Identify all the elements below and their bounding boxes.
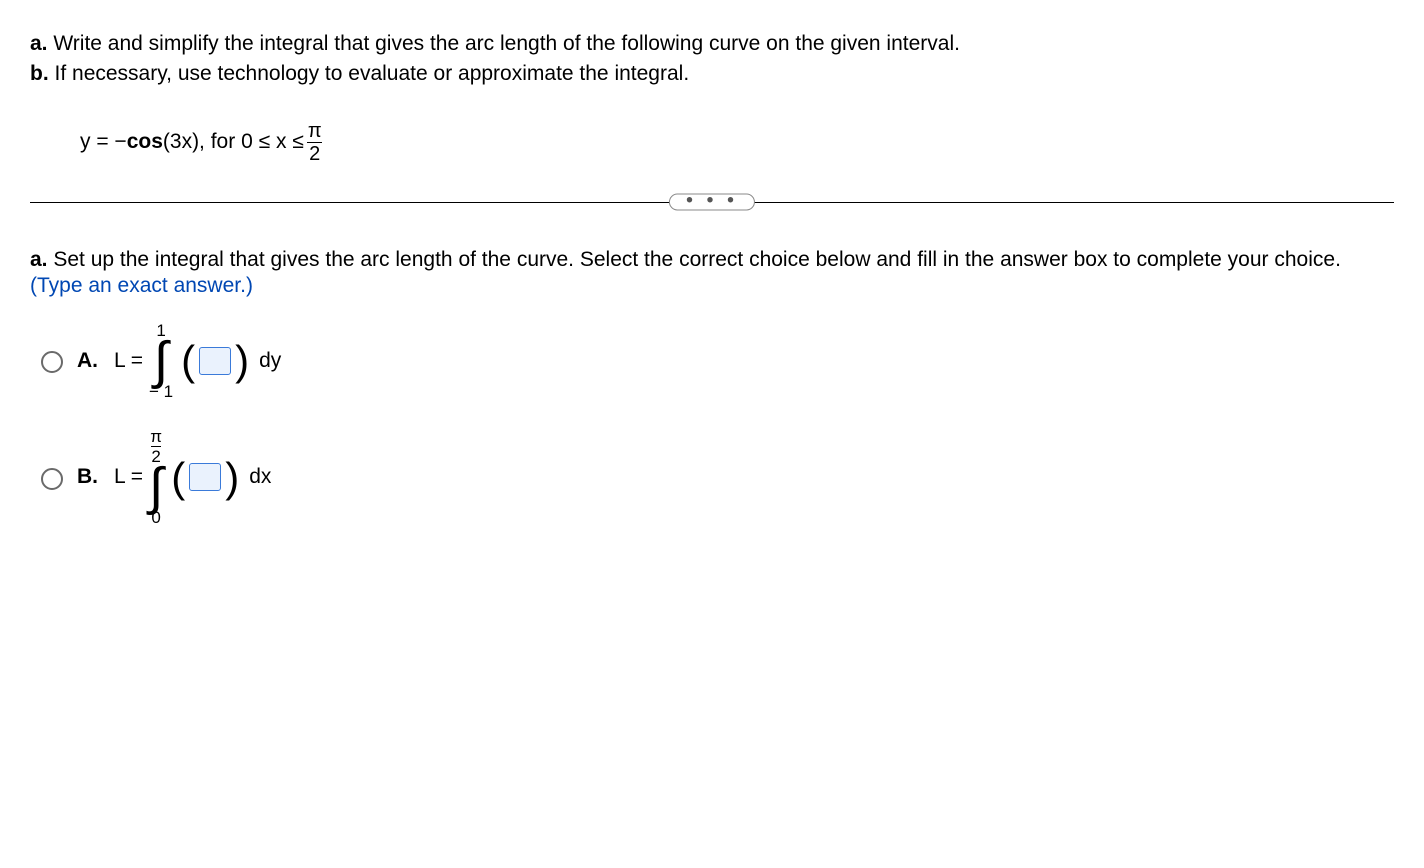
opt-b-diff: dx (249, 465, 271, 489)
equation-display: y = − cos (3x), for 0 ≤ x ≤ π 2 (80, 121, 1394, 164)
option-b-formula: L = π 2 ∫ 0 ( ) dx (114, 426, 271, 528)
sub-a-text: Set up the integral that gives the arc l… (48, 248, 1341, 271)
opt-b-upper-num: π (150, 428, 162, 446)
opt-a-lower: − 1 (149, 381, 173, 402)
opt-b-integral: π 2 ∫ 0 (149, 426, 163, 528)
opt-b-lower: 0 (151, 507, 160, 528)
sub-a-label: a. (30, 248, 48, 271)
dots-icon: • • • (686, 189, 738, 211)
part-a-label: a. (30, 32, 48, 55)
section-divider: • • • (30, 190, 1394, 214)
opt-a-lhs: L = (114, 349, 143, 373)
eq-frac-num: π (306, 121, 324, 142)
opt-b-answer-input[interactable] (189, 463, 221, 491)
opt-a-integral: 1 ∫ − 1 (149, 320, 173, 402)
part-b-text: If necessary, use technology to evaluate… (49, 62, 689, 85)
eq-arg: (3x), for 0 ≤ x ≤ (163, 130, 304, 154)
option-a-radio[interactable] (41, 351, 63, 373)
answer-hint: (Type an exact answer.) (30, 274, 1394, 298)
option-a-label: A. (77, 349, 98, 373)
problem-prompt: a. Write and simplify the integral that … (30, 30, 1394, 89)
eq-lhs: y = − (80, 130, 127, 154)
integral-icon: ∫ (154, 341, 168, 381)
option-a-formula: L = 1 ∫ − 1 ( ) dy (114, 320, 281, 402)
option-b-row: B. L = π 2 ∫ 0 ( ) dx (36, 426, 1394, 528)
part-b-label: b. (30, 62, 49, 85)
eq-func: cos (127, 130, 163, 154)
integral-icon: ∫ (149, 467, 163, 507)
part-a-text: Write and simplify the integral that giv… (48, 32, 960, 55)
lparen-icon: ( (179, 348, 197, 373)
option-b-label: B. (77, 465, 98, 489)
option-b-radio[interactable] (41, 468, 63, 490)
lparen-icon: ( (169, 465, 187, 490)
rparen-icon: ) (233, 348, 251, 373)
eq-frac-den: 2 (307, 142, 322, 164)
opt-a-diff: dy (259, 349, 281, 373)
sub-instructions: a. Set up the integral that gives the ar… (30, 248, 1394, 298)
eq-fraction: π 2 (306, 121, 324, 164)
opt-a-answer-input[interactable] (199, 347, 231, 375)
rparen-icon: ) (223, 465, 241, 490)
opt-b-lhs: L = (114, 465, 143, 489)
expand-button[interactable]: • • • (669, 193, 755, 210)
option-a-row: A. L = 1 ∫ − 1 ( ) dy (36, 320, 1394, 402)
